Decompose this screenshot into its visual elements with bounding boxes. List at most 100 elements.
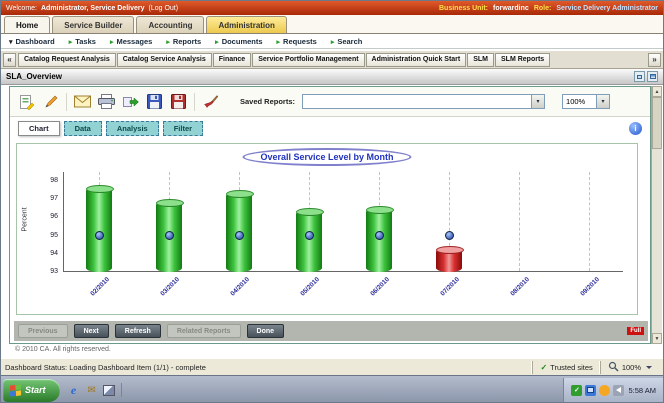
top-header-bar: Welcome: Administrator, Service Delivery… [1,1,663,15]
saved-reports-select[interactable] [302,94,545,109]
email-icon[interactable] [85,383,99,397]
scroll-tabs-left-icon[interactable] [3,53,16,67]
x-tick-label: 06/2010 [369,276,391,298]
status-message: Dashboard Status: Loading Dashboard Item… [5,363,532,372]
nav-item-dashboard[interactable]: Dashboard [9,37,55,46]
bar-06-2010[interactable] [366,208,392,272]
nav-item-requests[interactable]: Requests [277,37,317,46]
dashboard-tab-finance[interactable]: Finance [213,53,251,67]
print-icon[interactable] [98,93,115,110]
show-desktop-icon[interactable] [103,385,115,396]
nav-arrow-icon [331,37,335,46]
nav-item-reports[interactable]: Reports [166,37,201,46]
x-tick-label: 07/2010 [439,276,461,298]
x-tick-label: 04/2010 [229,276,251,298]
y-tick-label: 96 [50,213,58,220]
role-label: Role: [534,5,552,12]
dashboard-tab-catalog-service-analysis[interactable]: Catalog Service Analysis [117,53,212,67]
x-tick-label: 02/2010 [89,276,111,298]
tab-home[interactable]: Home [4,16,50,33]
view-tabs: Chart Data Analysis Filter [18,121,203,136]
target-marker [305,231,314,240]
target-marker [375,231,384,240]
button-next[interactable]: Next [74,324,109,338]
report-panel: Saved Reports: 100% Chart Data Analysis Fil… [9,86,651,344]
bar-05-2010[interactable] [296,210,322,272]
browser-zoom[interactable]: 100% [600,361,659,374]
windows-logo-icon [10,384,21,396]
info-icon[interactable] [629,122,642,135]
target-marker [445,231,454,240]
report-design-icon[interactable] [18,93,35,110]
business-unit-value: forwardinc [493,5,529,12]
view-tab-filter[interactable]: Filter [163,121,203,136]
network-icon [585,385,596,396]
scrollbar-thumb[interactable] [652,97,662,149]
tab-service-builder[interactable]: Service Builder [52,16,134,33]
x-tick-label: 05/2010 [299,276,321,298]
chart-panel: Overall Service Level by Month Percent 9… [16,143,638,315]
format-brush-icon[interactable] [202,93,219,110]
dashboard-tab-catalog-request-analysis[interactable]: Catalog Request Analysis [18,53,116,67]
save-icon[interactable] [146,93,163,110]
business-unit-label: Business Unit: [439,5,488,12]
nav-arrow-icon [215,37,219,46]
start-button[interactable]: Start [3,379,60,402]
scroll-up-icon[interactable] [652,86,662,97]
logout-link[interactable]: (Log Out) [149,5,179,12]
status-bar: Dashboard Status: Loading Dashboard Item… [1,358,663,375]
maximize-panel-icon[interactable] [634,71,645,82]
chevron-down-icon [646,366,652,369]
main-tabs: HomeService BuilderAccountingAdministrat… [1,15,663,34]
system-tray: 5:58 AM [563,378,663,403]
dashboard-tab-service-portfolio-management[interactable]: Service Portfolio Management [252,53,364,67]
tab-accounting[interactable]: Accounting [136,16,204,33]
zoom-value: 100% [566,97,596,106]
nav-item-messages[interactable]: Messages [110,37,152,46]
nav-arrow-icon [69,37,73,46]
bar-02-2010[interactable] [86,187,112,272]
toolbar-separator [194,93,195,111]
button-list: PreviousNextRefreshRelated ReportsDone [18,324,284,338]
view-tab-analysis[interactable]: Analysis [106,121,159,136]
chevron-down-icon [9,37,13,46]
dashboard-tab-administration-quick-start[interactable]: Administration Quick Start [366,53,467,67]
welcome-user: Administrator, Service Delivery [41,5,145,12]
nav-item-tasks[interactable]: Tasks [69,37,96,46]
tab-administration[interactable]: Administration [206,16,286,33]
dashboard-tab-slm[interactable]: SLM [467,53,494,67]
report-toolbar: Saved Reports: 100% [10,87,650,117]
ie-icon[interactable] [67,383,81,397]
view-tab-chart[interactable]: Chart [18,121,60,136]
dashboard-tab-slm-reports[interactable]: SLM Reports [495,53,550,67]
x-tick-label: 08/2010 [509,276,531,298]
chevron-down-icon[interactable] [531,95,544,108]
x-axis: 02/201003/201004/201005/201006/201007/20… [63,273,623,315]
bar-07-2010[interactable] [436,248,462,272]
view-tab-data[interactable]: Data [64,121,102,136]
plot-area [63,172,623,272]
save-as-icon[interactable] [170,93,187,110]
target-marker [95,231,104,240]
edit-pencil-icon[interactable] [42,93,59,110]
nav-item-label: Search [337,37,362,46]
nav-item-label: Requests [283,37,317,46]
x-tick-label: 09/2010 [579,276,601,298]
scroll-down-icon[interactable] [652,333,662,344]
export-icon[interactable] [122,93,139,110]
zone-label: Trusted sites [550,363,593,372]
view-tabs-row: Chart Data Analysis Filter [10,117,650,140]
scroll-tabs-right-icon[interactable] [648,53,661,67]
email-icon[interactable] [74,93,91,110]
panel-menu-icon[interactable] [647,71,658,82]
button-refresh[interactable]: Refresh [115,324,161,338]
zoom-select[interactable]: 100% [562,94,610,109]
nav-item-documents[interactable]: Documents [215,37,262,46]
check-icon [540,363,547,372]
magnifier-icon [608,361,619,374]
nav-arrow-icon [277,37,281,46]
vertical-scrollbar[interactable] [651,86,662,344]
chevron-down-icon[interactable] [596,95,609,108]
nav-item-search[interactable]: Search [331,37,363,46]
button-done[interactable]: Done [247,324,285,338]
